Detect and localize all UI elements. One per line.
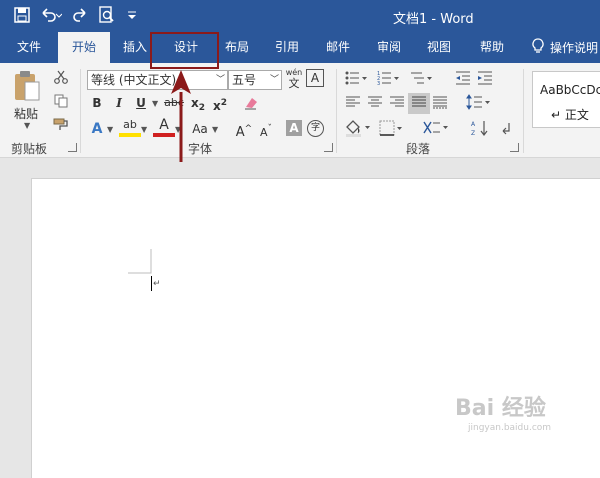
save-icon[interactable] — [14, 7, 30, 23]
multilevel-list-icon[interactable] — [410, 70, 434, 89]
char-border-button[interactable]: A — [306, 69, 324, 87]
clipboard-launcher-icon[interactable] — [68, 143, 77, 152]
sort-icon[interactable]: AZ — [471, 119, 489, 140]
clear-formatting-icon[interactable] — [243, 95, 259, 114]
styles-gallery[interactable]: AaBbCcDc ↵ 正文 — [532, 71, 600, 128]
cut-icon[interactable] — [54, 70, 68, 87]
distributed-icon[interactable] — [432, 95, 448, 112]
paste-icon[interactable] — [13, 69, 41, 106]
underline-dropdown-icon[interactable]: ▼ — [152, 99, 158, 108]
document-page[interactable]: ↵ — [31, 178, 600, 478]
paragraph-launcher-icon[interactable] — [510, 143, 519, 152]
baidu-watermark-url: jingyan.baidu.com — [468, 423, 552, 433]
quick-access-toolbar — [14, 6, 138, 24]
chevron-down-icon[interactable]: ﹀ — [270, 71, 279, 89]
clipboard-group-label: 剪贴板 — [11, 142, 48, 156]
superscript-x: x — [212, 99, 221, 113]
caret-up-icon: ^ — [244, 124, 253, 134]
group-divider — [336, 69, 337, 153]
shrink-font-label: A — [259, 126, 268, 139]
highlight-dropdown-icon[interactable]: ▼ — [141, 125, 147, 134]
lightbulb-icon — [532, 38, 544, 57]
show-hide-marks-icon[interactable] — [500, 121, 512, 138]
char-shading-button[interactable]: A — [286, 120, 302, 136]
font-size-combo[interactable]: 五号 ﹀ — [228, 70, 282, 90]
chevron-down-icon[interactable]: ﹀ — [216, 71, 225, 89]
bold-button[interactable]: B — [86, 93, 108, 113]
tab-help[interactable]: 帮助 — [464, 32, 520, 63]
text-effects-button[interactable]: A — [86, 119, 108, 139]
annotation-arrow — [171, 70, 191, 162]
paragraph-group-label: 段落 — [406, 142, 431, 156]
increase-indent-icon[interactable] — [477, 70, 493, 89]
style-normal[interactable]: ↵ 正文 — [551, 106, 589, 123]
tell-me-box[interactable]: 操作说明 — [532, 32, 598, 63]
align-left-icon[interactable] — [345, 95, 361, 112]
subscript-2: 2 — [198, 103, 205, 113]
shrink-font-button[interactable]: Aˇ — [255, 119, 277, 139]
chinese-layout-icon[interactable] — [422, 119, 450, 140]
font-launcher-icon[interactable] — [324, 143, 333, 152]
decrease-indent-icon[interactable] — [455, 70, 471, 89]
group-divider — [80, 69, 81, 153]
tab-review[interactable]: 审阅 — [364, 32, 414, 63]
underline-button[interactable]: U — [130, 93, 152, 113]
ribbon: 粘贴 ▼ 剪贴板 等线 (中文正文) ﹀ 五号 ﹀ wén 文 A B I U — [0, 63, 600, 158]
justify-icon[interactable] — [408, 93, 430, 114]
font-name-combo[interactable]: 等线 (中文正文) ﹀ — [87, 70, 228, 90]
font-name-value: 等线 (中文正文) — [91, 73, 177, 87]
grow-font-button[interactable]: A^ — [233, 119, 255, 140]
tab-mailings[interactable]: 邮件 — [312, 32, 364, 63]
align-right-icon[interactable] — [389, 95, 405, 112]
customize-qat-icon[interactable] — [126, 9, 138, 21]
svg-text:A: A — [471, 121, 476, 128]
redo-icon[interactable] — [72, 7, 88, 23]
tab-home[interactable]: 开始 — [58, 32, 110, 63]
paragraph-shading-icon[interactable] — [345, 119, 373, 140]
align-center-icon[interactable] — [367, 95, 383, 112]
copy-icon[interactable] — [54, 94, 68, 111]
bullets-icon[interactable] — [345, 70, 369, 89]
paragraph-mark: ↵ — [153, 279, 161, 289]
svg-text:Z: Z — [471, 130, 475, 137]
tab-references[interactable]: 引用 — [262, 32, 312, 63]
superscript-2: 2 — [220, 98, 227, 108]
italic-button[interactable]: I — [108, 93, 130, 113]
grow-font-label: A — [235, 125, 245, 140]
change-case-dropdown-icon[interactable]: ▼ — [212, 125, 218, 134]
group-divider — [523, 69, 524, 153]
margin-corner-mark — [128, 249, 152, 274]
numbering-icon[interactable]: 123 — [377, 70, 401, 89]
undo-icon[interactable] — [40, 7, 62, 23]
paste-button[interactable]: 粘贴 — [14, 105, 38, 122]
phonetic-guide-button[interactable]: wén 文 — [285, 67, 303, 89]
text-effects-dropdown-icon[interactable]: ▼ — [107, 125, 113, 134]
svg-text:3: 3 — [377, 81, 380, 86]
style-sample: AaBbCcDc — [540, 83, 600, 97]
paste-dropdown-icon[interactable]: ▼ — [24, 121, 30, 130]
print-preview-icon[interactable] — [98, 6, 116, 24]
tab-layout[interactable]: 布局 — [212, 32, 262, 63]
highlight-button[interactable]: ab — [119, 117, 141, 137]
ribbon-tabs: 文件 开始 插入 设计 布局 引用 邮件 审阅 视图 帮助 操作说明 — [0, 32, 600, 63]
line-spacing-icon[interactable] — [466, 94, 492, 113]
font-size-value: 五号 — [232, 73, 257, 87]
format-painter-icon[interactable] — [53, 118, 69, 135]
tab-view[interactable]: 视图 — [414, 32, 464, 63]
enclose-char-button[interactable]: 字 — [307, 120, 324, 137]
baidu-watermark-logo: Bai 经验 — [455, 396, 546, 421]
tab-file[interactable]: 文件 — [0, 32, 58, 63]
borders-icon[interactable] — [379, 120, 405, 139]
title-bar: 文档1 - Word — [0, 0, 600, 32]
caret-down-icon: ˇ — [267, 124, 273, 134]
phonetic-char-label: 文 — [288, 77, 300, 90]
superscript-button[interactable]: x2 — [209, 93, 231, 113]
text-cursor — [151, 276, 152, 291]
window-title: 文档1 - Word — [393, 12, 474, 27]
tell-me-label: 操作说明 — [550, 41, 599, 55]
